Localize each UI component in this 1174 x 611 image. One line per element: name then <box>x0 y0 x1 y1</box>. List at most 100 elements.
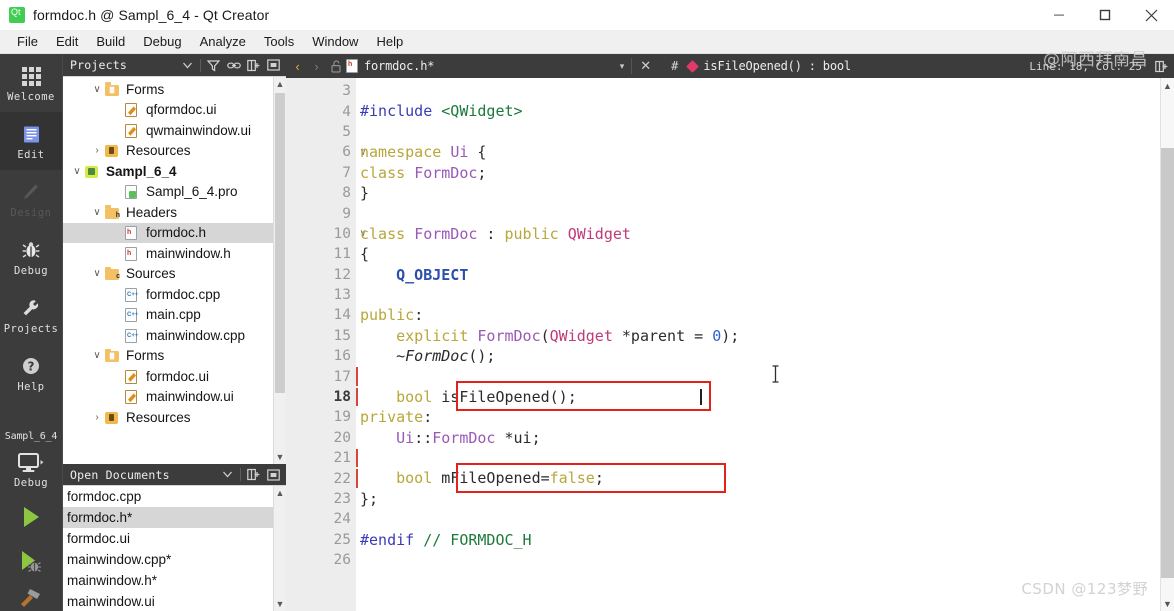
line-number-5[interactable]: 5 <box>286 122 355 142</box>
open-document-formdoc-cpp[interactable]: formdoc.cpp <box>63 486 274 507</box>
menu-debug[interactable]: Debug <box>134 31 190 53</box>
expanded-chevron-icon[interactable]: ∨ <box>89 268 105 279</box>
expanded-chevron-icon[interactable]: ∨ <box>89 84 105 95</box>
collapsed-chevron-icon[interactable]: › <box>89 145 105 156</box>
unlock-icon[interactable] <box>326 59 346 73</box>
code-line-4[interactable]: #include <QWidget> <box>360 101 1160 121</box>
line-number-22[interactable]: 22 <box>286 468 358 488</box>
tree-item-formdoc-ui[interactable]: formdoc.ui <box>63 366 274 387</box>
code-line-23[interactable]: }; <box>360 489 1160 509</box>
scrollbar-thumb[interactable] <box>1161 148 1174 578</box>
mode-welcome[interactable]: Welcome <box>0 54 62 112</box>
code-line-9[interactable] <box>360 203 1160 223</box>
code-line-11[interactable]: { <box>360 244 1160 264</box>
code-line-20[interactable]: Ui::FormDoc *ui; <box>360 428 1160 448</box>
line-number-26[interactable]: 26 <box>286 550 355 570</box>
menu-analyze[interactable]: Analyze <box>191 31 255 53</box>
line-number-18[interactable]: 18 <box>286 387 358 407</box>
line-number-19[interactable]: 19 <box>286 407 355 427</box>
editor-scrollbar[interactable]: ▲ ▼ <box>1160 78 1174 611</box>
code-line-13[interactable] <box>360 285 1160 305</box>
expanded-chevron-icon[interactable]: ∨ <box>89 350 105 361</box>
code-line-14[interactable]: public: <box>360 305 1160 325</box>
source-code-text[interactable]: #include <QWidget> namespace Ui {class F… <box>356 78 1160 611</box>
line-number-10[interactable]: 10 ∨ <box>286 224 366 244</box>
close-document-button[interactable]: ✕ <box>631 58 659 74</box>
code-line-24[interactable] <box>360 509 1160 529</box>
line-number-7[interactable]: 7 <box>286 163 355 183</box>
split-icon[interactable] <box>246 467 261 482</box>
code-line-26[interactable] <box>360 550 1160 570</box>
tree-item-mainwindow-h[interactable]: h mainwindow.h <box>63 243 274 264</box>
code-line-25[interactable]: #endif // FORMDOC_H <box>360 530 1160 550</box>
menu-tools[interactable]: Tools <box>255 31 303 53</box>
tree-item-resources[interactable]: › Resources <box>63 407 274 428</box>
open-document-formdoc-h-[interactable]: formdoc.h* <box>63 507 274 528</box>
menu-window[interactable]: Window <box>303 31 367 53</box>
chevron-down-icon[interactable]: ▾ <box>613 61 632 72</box>
project-tree-scrollbar[interactable]: ▲ ▼ <box>273 77 286 464</box>
line-number-12[interactable]: 12 <box>286 265 355 285</box>
menu-edit[interactable]: Edit <box>47 31 87 53</box>
mode-projects[interactable]: Projects <box>0 286 62 344</box>
code-line-8[interactable]: } <box>360 183 1160 203</box>
code-line-18[interactable]: bool isFileOpened(); <box>360 387 1160 407</box>
scroll-down-arrow-icon[interactable]: ▼ <box>274 450 286 464</box>
split-icon[interactable] <box>246 58 261 73</box>
chevron-down-icon[interactable] <box>220 467 235 482</box>
line-number-14[interactable]: 14 <box>286 305 355 325</box>
split-editor-icon[interactable] <box>1150 60 1174 73</box>
line-number-25[interactable]: 25 <box>286 530 355 550</box>
line-number-3[interactable]: 3 <box>286 81 355 101</box>
tree-item-forms[interactable]: ∨ Forms <box>63 79 274 100</box>
open-document-mainwindow-cpp-[interactable]: mainwindow.cpp* <box>63 549 274 570</box>
collapsed-chevron-icon[interactable]: › <box>89 412 105 423</box>
tree-item-resources[interactable]: › Resources <box>63 141 274 162</box>
maximize-button[interactable] <box>1082 0 1128 30</box>
expanded-chevron-icon[interactable]: ∨ <box>69 166 85 177</box>
code-line-17[interactable] <box>360 366 1160 386</box>
code-line-3[interactable] <box>360 81 1160 101</box>
open-document-mainwindow-h-[interactable]: mainwindow.h* <box>63 570 274 591</box>
scroll-up-arrow-icon[interactable]: ▲ <box>1161 78 1174 93</box>
navigate-forward-icon[interactable]: › <box>307 59 326 74</box>
tree-item-qwmainwindow-ui[interactable]: qwmainwindow.ui <box>63 120 274 141</box>
code-view[interactable]: 3 4 5 6 ∨ 7 8 9 10 ∨ 11 12 13 14 15 16 17 18 19 20 21 22 23 24 2… <box>286 78 1174 611</box>
chevron-down-icon[interactable] <box>180 58 195 73</box>
mode-edit[interactable]: Edit <box>0 112 62 170</box>
line-number-13[interactable]: 13 <box>286 285 355 305</box>
kit-selector-button[interactable]: Debug <box>0 443 62 495</box>
code-line-5[interactable] <box>360 122 1160 142</box>
tree-item-qformdoc-ui[interactable]: qformdoc.ui <box>63 100 274 121</box>
close-button[interactable] <box>1128 0 1174 30</box>
filter-icon[interactable] <box>206 58 221 73</box>
navigate-back-icon[interactable]: ‹ <box>288 59 307 74</box>
minimize-button[interactable] <box>1036 0 1082 30</box>
menu-file[interactable]: File <box>8 31 47 53</box>
line-number-8[interactable]: 8 <box>286 183 355 203</box>
open-document-mainwindow-ui[interactable]: mainwindow.ui <box>63 591 274 611</box>
scroll-up-arrow-icon[interactable]: ▲ <box>274 77 286 91</box>
expanded-chevron-icon[interactable]: ∨ <box>89 207 105 218</box>
mode-debug[interactable]: Debug <box>0 228 62 286</box>
code-line-15[interactable]: explicit FormDoc(QWidget *parent = 0); <box>360 326 1160 346</box>
line-number-20[interactable]: 20 <box>286 428 355 448</box>
line-number-6[interactable]: 6 ∨ <box>286 142 366 162</box>
line-number-9[interactable]: 9 <box>286 203 355 223</box>
code-line-7[interactable]: class FormDoc; <box>360 163 1160 183</box>
code-line-12[interactable]: Q_OBJECT <box>360 265 1160 285</box>
link-icon[interactable] <box>226 58 241 73</box>
scrollbar-thumb[interactable] <box>275 93 285 393</box>
tree-item-sampl-6-4[interactable]: ∨ Sampl_6_4 <box>63 161 274 182</box>
tree-item-sources[interactable]: ∨ c Sources <box>63 264 274 285</box>
line-number-11[interactable]: 11 <box>286 244 355 264</box>
code-line-19[interactable]: private: <box>360 407 1160 427</box>
open-documents-list[interactable]: formdoc.cpp formdoc.h* formdoc.ui mainwindo… <box>63 485 286 611</box>
current-symbol-label[interactable]: isFileOpened() : bool <box>703 59 851 73</box>
build-button[interactable] <box>0 583 62 611</box>
tree-item-sampl-6-4-pro[interactable]: Sampl_6_4.pro <box>63 182 274 203</box>
code-line-6[interactable]: namespace Ui { <box>360 142 1160 162</box>
menu-build[interactable]: Build <box>87 31 134 53</box>
line-number-4[interactable]: 4 <box>286 101 355 121</box>
project-tree[interactable]: ∨ Forms qformdoc.ui qwmainwindow.ui › Resourc… <box>63 76 286 464</box>
